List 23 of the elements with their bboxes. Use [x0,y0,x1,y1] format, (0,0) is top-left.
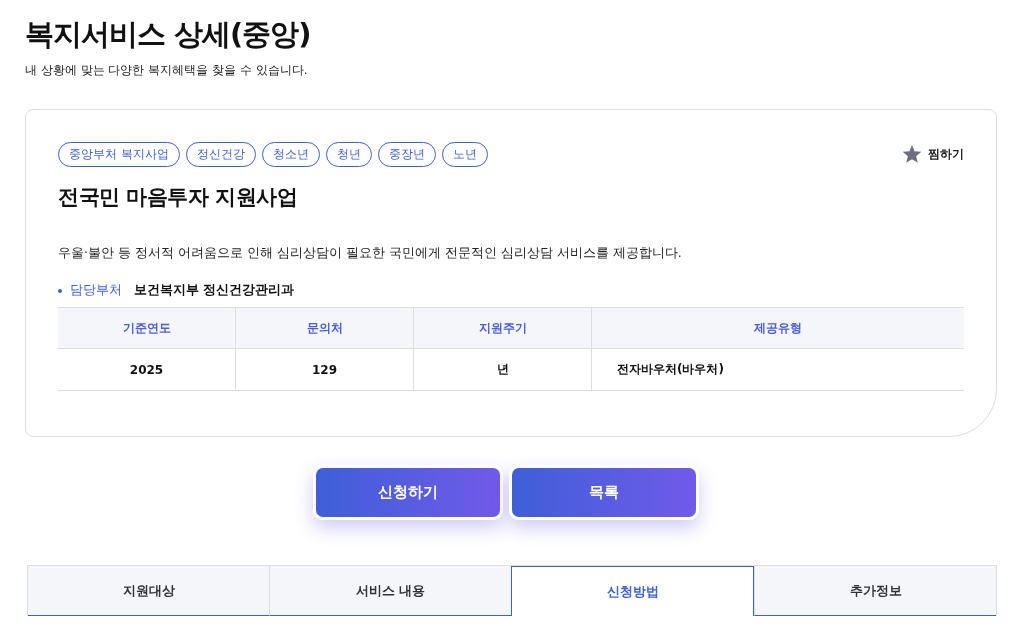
column-header: 기준연도 [58,307,236,349]
table-cell: 129 [235,348,414,391]
action-button[interactable]: 목록 [509,465,699,520]
action-button[interactable]: 신청하기 [313,465,503,520]
star-icon [902,145,922,164]
column-header: 지원주기 [413,307,592,349]
table-cell: 2025 [58,348,236,391]
tab[interactable]: 신청방법 [511,566,754,616]
table-cell: 년 [413,348,592,391]
department-value: 보건복지부 정신건강관리과 [134,282,295,299]
page-title: 복지서비스 상세(중앙) [25,16,312,53]
tab[interactable]: 추가정보 [754,566,996,616]
page-subtitle: 내 상황에 맞는 다양한 복지혜택을 찾을 수 있습니다. [25,62,309,79]
column-header: 문의처 [235,307,414,349]
service-description: 우울·불안 등 정서적 어려움으로 인해 심리상담이 필요한 국민에게 전문적인 심리상담 서비스를 제공합니다. [58,245,683,262]
table-cell: 전자바우처(바우처) [591,348,964,391]
column-header: 제공유형 [591,307,964,349]
department-label: 담당부처 [70,282,122,299]
bullet-icon [58,288,62,293]
tab[interactable]: 서비스 내용 [269,566,511,616]
service-name: 전국민 마음투자 지원사업 [58,184,299,211]
tab[interactable]: 지원대상 [28,566,269,616]
favorite-button[interactable]: 찜하기 [902,145,964,164]
